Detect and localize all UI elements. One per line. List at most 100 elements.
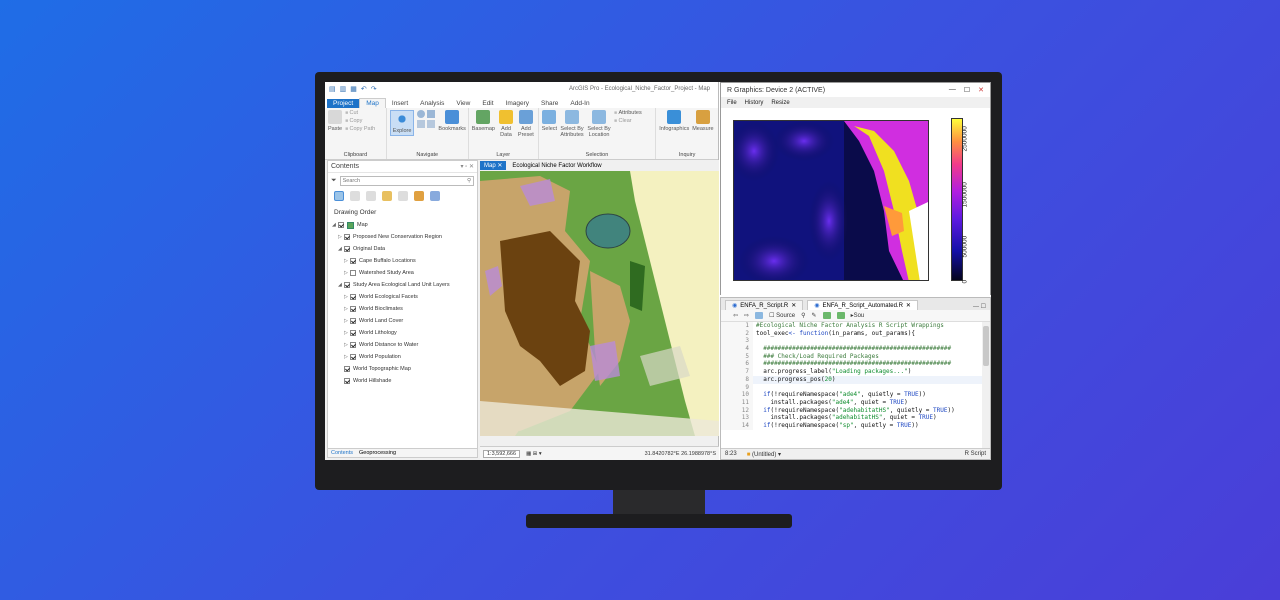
layer-visibility-checkbox[interactable] [350, 294, 356, 300]
zoom-layer-icon[interactable] [427, 110, 436, 118]
close-tab-icon[interactable]: ✕ [791, 302, 796, 309]
tab-add-in[interactable]: Add-In [564, 99, 595, 108]
code-line[interactable]: 13 install.packages("adehabitatHS", quie… [721, 414, 982, 422]
tab-imagery[interactable]: Imagery [500, 99, 535, 108]
list-by-snapping-icon[interactable] [398, 191, 408, 201]
layer-visibility-checkbox[interactable] [350, 354, 356, 360]
layer-row[interactable]: ◢ Original Data [328, 243, 477, 255]
copy-button[interactable]: Copy [345, 118, 375, 124]
code-line[interactable]: 5 ### Check/Load Required Packages [721, 352, 982, 361]
layer-row[interactable]: ▷ Watershed Study Area [328, 267, 477, 279]
layer-row[interactable]: ▷ World Land Cover [328, 315, 477, 327]
code-line[interactable]: 14 if(!requireNamespace("sp", quietly = … [721, 421, 982, 430]
basemap-button[interactable]: Basemap [472, 110, 495, 132]
previous-extent-icon[interactable] [417, 120, 426, 128]
editor-scrollbar[interactable] [982, 322, 990, 448]
file-type[interactable]: R Script [965, 451, 986, 457]
save-icon[interactable] [755, 312, 764, 319]
tab-map-view[interactable]: Map ✕ [480, 161, 507, 170]
bookmarks-button[interactable]: Bookmarks [438, 110, 466, 132]
run-icon[interactable] [822, 312, 831, 319]
tab-share[interactable]: Share [535, 99, 564, 108]
list-by-labeling-icon[interactable] [414, 191, 424, 201]
select-by-location-button[interactable]: Select By Location [587, 110, 611, 138]
menu-resize[interactable]: Resize [771, 100, 789, 106]
layer-row[interactable]: ▷ World Bioclimates [328, 303, 477, 315]
layer-visibility-checkbox[interactable] [350, 318, 356, 324]
list-by-charts-icon[interactable] [430, 191, 440, 201]
layer-row[interactable]: ◢ Map [328, 219, 477, 231]
close-icon[interactable]: ✕ [978, 86, 984, 94]
code-line[interactable]: 7 arc.progress_label("Loading packages..… [721, 368, 982, 376]
source-on-save-button[interactable]: ☐ Source [769, 312, 795, 319]
tab-geoprocessing[interactable]: Geoprocessing [359, 450, 396, 456]
select-button[interactable]: Select [542, 110, 557, 132]
menu-file[interactable]: File [727, 100, 737, 106]
layer-row[interactable]: ▷ World Ecological Facets [328, 291, 477, 303]
next-extent-icon[interactable] [427, 120, 436, 128]
code-line[interactable]: 1 #Ecological Niche Factor Analysis R Scr… [721, 322, 982, 330]
layer-row[interactable]: ▷ Proposed New Conservation Region [328, 231, 477, 243]
code-line[interactable]: 8 arc.progress_pos(20) [721, 375, 982, 384]
tab-ecological-niche-factor-workflow[interactable]: Ecological Niche Factor Workflow [508, 162, 605, 170]
map-scale[interactable]: 1:3,592,666 [483, 449, 521, 458]
code-line[interactable]: 9 [721, 383, 982, 392]
explore-button[interactable]: Explore [389, 110, 415, 136]
layer-row[interactable]: ◢ Study Area Ecological Land Unit Layers [328, 279, 477, 291]
code-line[interactable]: 2 tool_exec<- function(in_params, out_par… [721, 329, 982, 338]
scope-indicator[interactable]: ■ (Untitled) ▾ [747, 451, 781, 458]
rerun-icon[interactable] [836, 312, 845, 319]
tab-contents[interactable]: Contents [331, 450, 353, 456]
tab-enfa-r-script[interactable]: ◉ ENFA_R_Script.R ✕ [725, 300, 804, 310]
layer-visibility-checkbox[interactable] [344, 246, 350, 252]
layer-visibility-checkbox[interactable] [344, 366, 350, 372]
code-line[interactable]: 12 if(!requireNamespace("adehabitatHS", … [721, 406, 982, 415]
filter-icon[interactable]: ⏷ [331, 177, 337, 185]
maximize-icon[interactable]: ☐ [964, 86, 970, 94]
redo-icon[interactable]: ↷ [371, 85, 377, 93]
contents-search-input[interactable]: Search ⚲ [339, 176, 474, 186]
minimize-icon[interactable]: — [949, 86, 956, 94]
zoom-full-icon[interactable] [417, 110, 426, 118]
layer-row[interactable]: ▷ World Distance to Water [328, 339, 477, 351]
pane-controls[interactable]: ▾ ▫ ✕ [461, 163, 475, 170]
select-by-attributes-button[interactable]: Select By Attributes [560, 110, 584, 138]
code-line[interactable]: 10 if(!requireNamespace("ade4", quietly … [721, 391, 982, 399]
tab-enfa-r-script-automated[interactable]: ◉ ENFA_R_Script_Automated.R ✕ [807, 300, 918, 310]
source-button[interactable]: ▸Sou [851, 312, 865, 319]
tab-view[interactable]: View [450, 99, 476, 108]
code-tools-icon[interactable]: ✎ [812, 312, 817, 319]
code-line[interactable]: 3 [721, 337, 982, 346]
map-status-icons[interactable]: ▦ ⊞ ▾ [526, 451, 542, 457]
list-by-drawing-order-icon[interactable] [334, 191, 344, 201]
layer-row[interactable]: World Hillshade [328, 375, 477, 387]
layer-visibility-checkbox[interactable] [344, 282, 350, 288]
layer-row[interactable]: World Topographic Map [328, 363, 477, 375]
tab-insert[interactable]: Insert [386, 99, 414, 108]
layer-visibility-checkbox[interactable] [344, 234, 350, 240]
forward-icon[interactable]: ⇨ [744, 312, 749, 319]
paste-button[interactable]: Paste [328, 110, 342, 132]
tab-map[interactable]: Map [359, 98, 386, 108]
copy-path-button[interactable]: Copy Path [345, 126, 376, 132]
back-icon[interactable]: ⇦ [733, 312, 738, 319]
attributes-button[interactable]: Attributes [614, 110, 641, 116]
list-by-selection-icon[interactable] [366, 191, 376, 201]
list-by-source-icon[interactable] [350, 191, 360, 201]
tab-analysis[interactable]: Analysis [414, 99, 450, 108]
pane-controls[interactable]: — ☐ [973, 303, 990, 310]
code-line[interactable]: 4 ######################################… [721, 345, 982, 353]
layer-row[interactable]: ▷ Cape Buffalo Locations [328, 255, 477, 267]
layer-visibility-checkbox[interactable] [350, 306, 356, 312]
layer-row[interactable]: ▷ World Lithology [328, 327, 477, 339]
menu-history[interactable]: History [745, 100, 764, 106]
infographics-button[interactable]: Infographics [659, 110, 689, 132]
map-canvas[interactable] [480, 171, 719, 436]
layer-visibility-checkbox[interactable] [350, 342, 356, 348]
open-icon[interactable]: ▥ [340, 85, 347, 93]
code-line[interactable]: 6 ######################################… [721, 360, 982, 369]
layer-row[interactable]: ▷ World Population [328, 351, 477, 363]
layer-visibility-checkbox[interactable] [350, 330, 356, 336]
list-by-editing-icon[interactable] [382, 191, 392, 201]
measure-button[interactable]: Measure [692, 110, 714, 132]
